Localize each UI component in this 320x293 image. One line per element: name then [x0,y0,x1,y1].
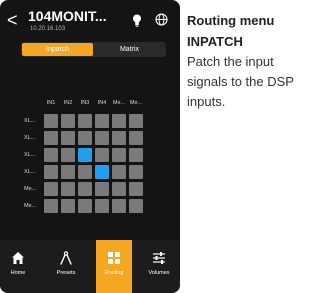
routing-cell[interactable] [129,199,143,213]
routing-cell[interactable] [78,114,92,128]
grid-row-header: XL... [24,152,36,158]
routing-cell[interactable] [129,131,143,145]
presets-icon [60,251,72,265]
grid-column-header: Me... [129,100,143,106]
app-screen: < 104MONIT... 10.20.16.103 Inpatch Matri… [0,0,180,293]
volumes-icon [153,252,165,264]
tab-inpatch[interactable]: Inpatch [22,43,93,56]
routing-cell[interactable] [78,199,92,213]
routing-cell[interactable] [61,131,75,145]
routing-cell[interactable] [112,148,126,162]
device-name: 104MONIT... [28,8,107,24]
nav-volumes[interactable]: Volumes [141,240,177,293]
grid-row-header: XL... [24,135,36,141]
nav-presets[interactable]: Presets [48,240,84,293]
routing-cell[interactable] [44,182,58,196]
routing-cell[interactable] [112,182,126,196]
routing-cell[interactable] [44,199,58,213]
routing-cell[interactable] [129,182,143,196]
routing-cell[interactable] [78,182,92,196]
grid-row-header: Me... [24,186,37,192]
routing-cell[interactable] [61,182,75,196]
tab-bar: Inpatch Matrix [21,42,166,57]
routing-cell[interactable] [129,165,143,179]
routing-cell[interactable] [129,114,143,128]
nav-presets-label: Presets [56,270,76,276]
grid-column-header: IN2 [63,100,73,106]
routing-cell[interactable] [44,148,58,162]
routing-cell[interactable] [95,165,109,179]
lightbulb-icon[interactable] [132,14,142,27]
routing-cell[interactable] [95,131,109,145]
home-icon [12,252,24,264]
routing-icon [108,252,120,264]
nav-home[interactable]: Home [0,240,36,293]
routing-cell[interactable] [112,199,126,213]
grid-column-header: IN3 [80,100,90,106]
routing-cell[interactable] [61,165,75,179]
routing-cell[interactable] [44,114,58,128]
side-description: Patch the input signals to the DSP input… [187,54,294,109]
nav-routing[interactable]: Routing [96,240,132,293]
routing-cell[interactable] [95,199,109,213]
grid-column-header: IN1 [46,100,56,106]
routing-cell[interactable] [78,131,92,145]
grid-row-header: XL... [24,118,36,124]
side-title: Routing menu INPATCH [187,13,275,49]
routing-cell[interactable] [95,148,109,162]
grid-column-header: IN4 [97,100,107,106]
grid-row-header: XL... [24,169,36,175]
globe-icon[interactable] [155,13,168,26]
nav-volumes-label: Volumes [148,270,170,276]
routing-cell[interactable] [95,114,109,128]
routing-cell[interactable] [44,165,58,179]
routing-cell[interactable] [129,148,143,162]
routing-cell[interactable] [61,114,75,128]
routing-cell[interactable] [112,114,126,128]
routing-cell[interactable] [61,148,75,162]
device-ip: 10.20.16.103 [30,26,66,32]
routing-cell[interactable] [61,199,75,213]
bottom-nav: Home Presets Routing Volumes [0,240,180,293]
nav-home-label: Home [10,270,26,276]
routing-cell[interactable] [112,165,126,179]
grid-column-header: Me... [112,100,126,106]
routing-cell[interactable] [95,182,109,196]
nav-routing-label: Routing [104,270,124,276]
routing-cell[interactable] [78,165,92,179]
routing-cell[interactable] [112,131,126,145]
grid-row-header: Me... [24,203,37,209]
routing-cell[interactable] [44,131,58,145]
header: < 104MONIT... 10.20.16.103 [0,0,180,40]
routing-cell[interactable] [78,148,92,162]
back-button[interactable]: < [7,11,18,29]
tab-matrix[interactable]: Matrix [94,43,165,56]
